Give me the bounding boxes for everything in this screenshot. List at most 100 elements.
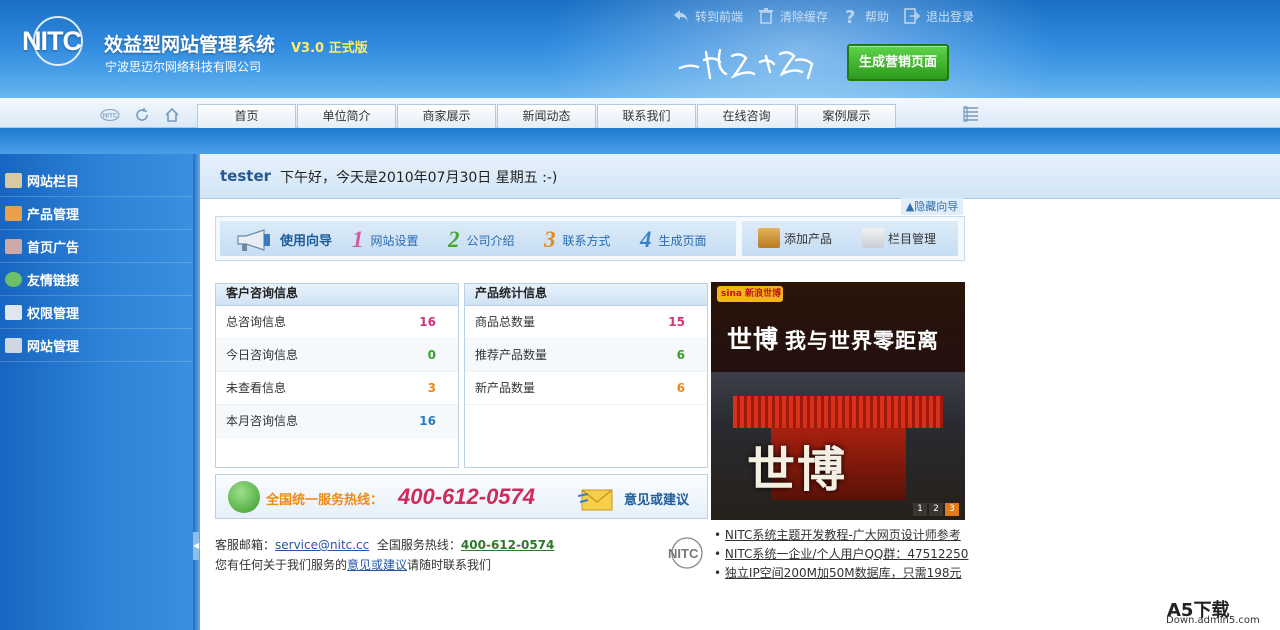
stat-label: 推荐产品数量 [475,348,548,362]
expo-banner[interactable]: sina 新浪世博 世博 我与世界零距离 世博 1 2 3 [711,282,965,520]
refresh-icon[interactable] [132,106,152,124]
news-item: • 独立IP空间200M加50M数据库，只需198元 [714,566,962,580]
stat-label: 总咨询信息 [226,315,287,329]
contact-line-2: 您有任何关于我们服务的意见或建议请随时联系我们 [215,556,491,573]
banner-page-2[interactable]: 2 [929,503,943,516]
nitc-icon[interactable]: NITC [100,106,120,124]
svg-text:?: ? [845,7,855,25]
megaphone-icon [237,229,270,251]
add-product-button[interactable]: 添加产品 [758,228,832,248]
banner-page-3[interactable]: 3 [945,503,959,516]
step-label: 网站设置 [370,233,419,248]
sidebar: 网站栏目 产品管理 首页广告 友情链接 权限管理 网站管理 [0,154,193,630]
banner-title-big: 世博 [727,325,780,354]
banner-slogan: 世博 我与世界零距离 [727,320,939,356]
stat-value: 0 [427,348,436,362]
stat-label: 未查看信息 [226,381,287,395]
banner-title-rest: 我与世界零距离 [785,329,940,353]
stat-row: 本月咨询信息 16 [216,405,458,438]
stat-row: 商品总数量 15 [465,306,707,339]
nav-tab-cases[interactable]: 案例展示 [797,104,896,128]
feedback-text-link[interactable]: 意见或建议 [347,558,407,572]
news-list: • NITC系统主题开发教程-广大网页设计师参考 • NITC系统一企业/个人用… [714,526,974,583]
stat-row: 总咨询信息 16 [216,306,458,339]
stat-label: 本月咨询信息 [226,414,299,428]
hotline-number: 400-612-0574 [398,484,536,509]
sidebar-item-label: 友情链接 [27,273,80,289]
sidebar-item-products[interactable]: 产品管理 [0,197,193,230]
sidebar-item-site-management[interactable]: 网站管理 [0,329,193,362]
sidebar-item-permissions[interactable]: 权限管理 [0,296,193,329]
goto-frontend-link[interactable]: 转到前端 [672,6,743,26]
envelope-icon [578,489,613,511]
step-number: 2 [448,227,460,252]
contact-line-1: 客服邮箱：service@nitc.cc 全国服务热线：400-612-0574 [215,536,554,553]
contact-text-post: 请随时联系我们 [407,558,492,572]
home-icon[interactable] [162,106,182,124]
guide-step-contact[interactable]: 3 联系方式 [544,227,611,253]
guide-step-site-settings[interactable]: 1 网站设置 [352,227,419,253]
guide-step-generate-page[interactable]: 4 生成页面 [640,227,707,253]
add-product-label: 添加产品 [784,231,833,246]
guide-step-company-intro[interactable]: 2 公司介绍 [448,227,515,253]
help-link[interactable]: ? 帮助 [842,6,889,26]
sidebar-item-home-ads[interactable]: 首页广告 [0,230,193,263]
stat-value: 3 [427,381,436,395]
header: NITC 效益型网站管理系统 V3.0 正式版 宁波思迈尔网络科技有限公司 转到… [0,0,1280,98]
stat-label: 商品总数量 [475,315,536,329]
settings-icon [5,337,22,353]
nav-tab-merchants[interactable]: 商家展示 [397,104,496,128]
stat-row: 今日咨询信息 0 [216,339,458,372]
product-icon [5,205,22,221]
step-label: 生成页面 [658,233,707,248]
column-manage-label: 栏目管理 [888,231,937,246]
hide-guide-link[interactable]: ▲隐藏向导 [901,198,963,215]
list-menu-icon[interactable] [962,105,980,125]
sidebar-item-label: 网站栏目 [27,174,80,190]
clear-cache-label: 清除缓存 [780,9,829,24]
usage-guide: 使用向导 1 网站设置 2 公司介绍 3 联系方式 4 生成页面 添加产品 栏目… [215,216,965,261]
logout-link[interactable]: 退出登录 [903,6,974,26]
nav-tab-online-consult[interactable]: 在线咨询 [697,104,796,128]
service-hotline-link[interactable]: 400-612-0574 [461,538,554,552]
header-band [0,128,1280,154]
help-label: 帮助 [865,9,890,24]
sidebar-splitter[interactable]: ◀ [193,154,200,630]
news-item: • NITC系统一企业/个人用户QQ群：47512250 [714,547,969,561]
sidebar-item-label: 网站管理 [27,339,80,355]
hotline-label: 全国统一服务热线： [266,493,384,508]
guide-actions-panel: 添加产品 栏目管理 [742,221,958,256]
stat-row: 未查看信息 3 [216,372,458,405]
news-link[interactable]: 独立IP空间200M加50M数据库，只需198元 [725,566,962,580]
stat-value: 6 [676,381,685,395]
nav-tab-company-intro[interactable]: 单位简介 [297,104,396,128]
news-link[interactable]: NITC系统主题开发教程-广大网页设计师参考 [725,528,961,542]
generate-marketing-page-button[interactable]: 生成营销页面 [847,44,949,81]
guide-title: 使用向导 [280,234,333,249]
step-label: 联系方式 [562,233,611,248]
sidebar-item-label: 首页广告 [27,240,80,256]
banner-page-1[interactable]: 1 [913,503,927,516]
feedback-link[interactable]: 意见或建议 [624,489,689,508]
clear-cache-link[interactable]: 清除缓存 [757,6,828,26]
sidebar-item-site-columns[interactable]: 网站栏目 [0,164,193,197]
sidebar-item-friend-links[interactable]: 友情链接 [0,263,193,296]
column-manage-button[interactable]: 栏目管理 [862,228,936,248]
add-product-icon [758,228,780,248]
nav-tab-home[interactable]: 首页 [197,104,296,128]
nav-tab-news[interactable]: 新闻动态 [497,104,596,128]
svg-text:NITC: NITC [668,546,699,561]
logout-label: 退出登录 [926,9,975,24]
top-links: 转到前端 清除缓存 ? 帮助 退出登录 [672,6,974,26]
stat-label: 新产品数量 [475,381,536,395]
hide-guide-label: 隐藏向导 [914,200,959,213]
news-link[interactable]: NITC系统一企业/个人用户QQ群：47512250 [725,547,969,561]
pavilion-roof [733,396,943,428]
collapse-arrow-icon[interactable]: ◀ [193,532,199,560]
sidebar-item-label: 权限管理 [27,306,80,322]
stat-value: 16 [419,315,436,329]
system-title: 效益型网站管理系统 [104,34,276,56]
nav-tab-contact[interactable]: 联系我们 [597,104,696,128]
logo-text: NITC [22,26,82,56]
email-link[interactable]: service@nitc.cc [275,538,369,552]
